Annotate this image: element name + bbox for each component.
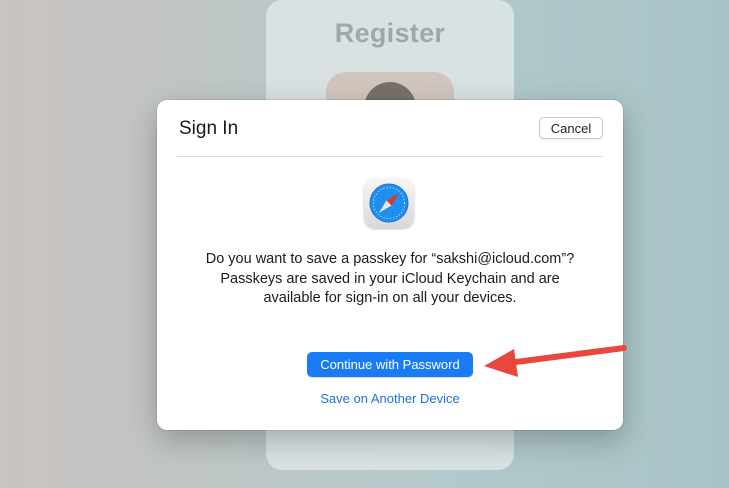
divider: [177, 156, 603, 157]
red-arrow-icon: [484, 345, 627, 377]
dialog-title: Sign In: [179, 118, 239, 139]
cancel-button[interactable]: Cancel: [539, 117, 603, 139]
safari-icon: [364, 178, 414, 228]
background-register-title: Register: [334, 18, 446, 48]
passkey-message: Do you want to save a passkey for “saksh…: [205, 251, 575, 306]
save-on-another-device-link[interactable]: Save on Another Device: [157, 391, 623, 406]
continue-with-password-button[interactable]: Continue with Password: [307, 352, 473, 377]
